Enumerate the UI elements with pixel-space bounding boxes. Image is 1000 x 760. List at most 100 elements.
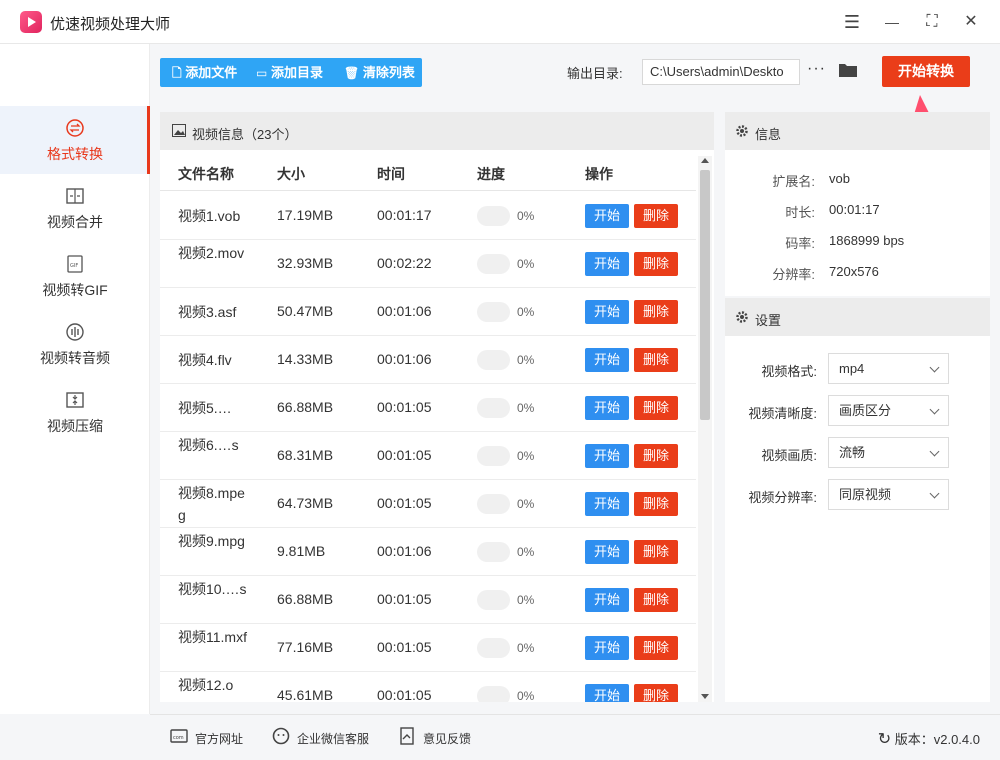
file-name: 视频3.asf — [178, 304, 237, 320]
row-delete-button[interactable]: 删除 — [634, 348, 678, 372]
sidebar-item-gif[interactable]: GIF 视频转GIF — [0, 242, 150, 310]
output-dir-input[interactable]: C:\Users\admin\Deskto — [642, 59, 800, 85]
quality-select-value: 流畅 — [839, 445, 866, 460]
sidebar-item-audio[interactable]: 视频转音频 — [0, 310, 150, 378]
row-delete-button[interactable]: 删除 — [634, 540, 678, 564]
row-delete-button[interactable]: 删除 — [634, 636, 678, 660]
row-start-button[interactable]: 开始 — [585, 252, 629, 276]
file-rows: 视频1.vob 17.19MB 00:01:17 0% 开始 删除 视频2.mo… — [160, 192, 696, 702]
row-delete-button[interactable]: 删除 — [634, 252, 678, 276]
file-size: 17.19MB — [277, 207, 334, 223]
wechat-support-link[interactable]: 企业微信客服 — [297, 730, 369, 747]
quality-select[interactable]: 流畅 — [828, 437, 949, 468]
bitrate-value: 1868999 bps — [829, 233, 905, 248]
merge-icon — [66, 188, 84, 204]
scroll-thumb[interactable] — [700, 170, 710, 420]
folder-icon[interactable] — [838, 62, 858, 78]
menu-icon[interactable]: ☰ — [840, 10, 864, 34]
row-delete-button[interactable]: 删除 — [634, 588, 678, 612]
more-options-button[interactable]: ··· — [807, 60, 826, 78]
sidebar: 格式转换 视频合并 GIF 视频转GIF 视频转音频 视频压缩 — [0, 44, 150, 714]
row-start-button[interactable]: 开始 — [585, 204, 629, 228]
maximize-icon[interactable]: ⛶ — [920, 10, 944, 34]
resolution-select-value: 同原视频 — [839, 487, 892, 502]
clarity-select[interactable]: 画质区分 — [828, 395, 949, 426]
file-name: 视频6.…s — [178, 437, 239, 453]
progress-percent: 0% — [517, 497, 535, 511]
clear-list-button[interactable]: 🗑 清除列表 — [344, 58, 415, 87]
title-bar: 优速视频处理大师 ☰ — ⛶ ✕ — [0, 0, 1000, 44]
format-select[interactable]: mp4 — [828, 353, 949, 384]
audio-icon — [66, 323, 84, 341]
row-delete-button[interactable]: 删除 — [634, 396, 678, 420]
row-delete-button[interactable]: 删除 — [634, 684, 678, 702]
row-start-button[interactable]: 开始 — [585, 300, 629, 324]
table-row[interactable]: 视频2.mov 32.93MB 00:02:22 0% 开始 删除 — [160, 240, 696, 288]
gear-icon — [736, 125, 748, 137]
progress-percent: 0% — [517, 689, 535, 702]
chevron-down-icon — [929, 488, 940, 499]
row-delete-button[interactable]: 删除 — [634, 204, 678, 228]
add-file-button[interactable]: 🗋 添加文件 — [172, 58, 237, 87]
file-size: 64.73MB — [277, 495, 334, 511]
settings-panel-header: 设置 — [725, 298, 990, 336]
file-name: 视频9.mpg — [178, 533, 245, 549]
scroll-up-icon[interactable] — [701, 158, 709, 163]
table-row[interactable]: 视频9.mpg 9.81MB 00:01:06 0% 开始 删除 — [160, 528, 696, 576]
start-convert-button[interactable]: 开始转换 — [882, 56, 970, 87]
row-start-button[interactable]: 开始 — [585, 444, 629, 468]
sidebar-item-compress[interactable]: 视频压缩 — [0, 378, 150, 446]
table-row[interactable]: 视频4.flv 14.33MB 00:01:06 0% 开始 删除 — [160, 336, 696, 384]
table-row[interactable]: 视频11.mxf 77.16MB 00:01:05 0% 开始 删除 — [160, 624, 696, 672]
table-row[interactable]: 视频8.mpeg 64.73MB 00:01:05 0% 开始 删除 — [160, 480, 696, 528]
row-start-button[interactable]: 开始 — [585, 540, 629, 564]
row-start-button[interactable]: 开始 — [585, 348, 629, 372]
chevron-down-icon — [929, 362, 940, 373]
row-start-button[interactable]: 开始 — [585, 588, 629, 612]
feedback-icon — [400, 727, 414, 745]
table-row[interactable]: 视频12.o 45.61MB 00:01:05 0% 开始 删除 — [160, 672, 696, 702]
duration-label: 时长: — [785, 205, 815, 220]
table-row[interactable]: 视频1.vob 17.19MB 00:01:17 0% 开始 删除 — [160, 192, 696, 240]
column-header-size: 大小 — [277, 166, 305, 182]
file-duration: 00:01:06 — [377, 303, 432, 319]
table-row[interactable]: 视频10.…s 66.88MB 00:01:05 0% 开始 删除 — [160, 576, 696, 624]
sidebar-item-merge[interactable]: 视频合并 — [0, 174, 150, 242]
format-label: 视频格式: — [761, 364, 817, 379]
row-delete-button[interactable]: 删除 — [634, 300, 678, 324]
vertical-scrollbar[interactable] — [698, 156, 712, 702]
trash-icon: 🗑 — [344, 66, 360, 80]
file-duration: 00:01:05 — [377, 399, 432, 415]
feedback-link[interactable]: 意见反馈 — [423, 730, 471, 747]
row-start-button[interactable]: 开始 — [585, 396, 629, 420]
progress-bar — [477, 638, 510, 658]
row-delete-button[interactable]: 删除 — [634, 492, 678, 516]
column-header-time: 时间 — [377, 166, 405, 182]
row-start-button[interactable]: 开始 — [585, 636, 629, 660]
website-link[interactable]: 官方网址 — [195, 730, 243, 747]
file-name: 视频12.o — [178, 677, 234, 693]
scroll-down-icon[interactable] — [701, 694, 709, 699]
row-start-button[interactable]: 开始 — [585, 684, 629, 702]
folder-outline-icon: ▭ — [256, 66, 268, 80]
footer: com 官方网址 企业微信客服 意见反馈 ↻ 版本：v2.0.4.0 — [150, 714, 1000, 760]
table-row[interactable]: 视频5.… 66.88MB 00:01:05 0% 开始 删除 — [160, 384, 696, 432]
wechat-icon — [272, 727, 290, 745]
minimize-icon[interactable]: — — [880, 10, 904, 34]
website-icon: com — [170, 729, 188, 743]
add-folder-label: 添加目录 — [270, 65, 323, 80]
toolbar-button-group: 🗋 添加文件 ▭ 添加目录 🗑 清除列表 — [160, 58, 422, 87]
close-icon[interactable]: ✕ — [959, 10, 983, 34]
bitrate-label: 码率: — [785, 236, 815, 251]
add-folder-button[interactable]: ▭ 添加目录 — [256, 58, 323, 87]
table-row[interactable]: 视频6.…s 68.31MB 00:01:05 0% 开始 删除 — [160, 432, 696, 480]
sidebar-item-label: 视频转音频 — [40, 350, 110, 366]
app-logo-icon — [20, 11, 42, 33]
progress-bar — [477, 254, 510, 274]
row-start-button[interactable]: 开始 — [585, 492, 629, 516]
table-row[interactable]: 视频3.asf 50.47MB 00:01:06 0% 开始 删除 — [160, 288, 696, 336]
resolution-select[interactable]: 同原视频 — [828, 479, 949, 510]
sidebar-item-format-convert[interactable]: 格式转换 — [0, 106, 150, 174]
column-header-progress: 进度 — [477, 166, 505, 182]
row-delete-button[interactable]: 删除 — [634, 444, 678, 468]
